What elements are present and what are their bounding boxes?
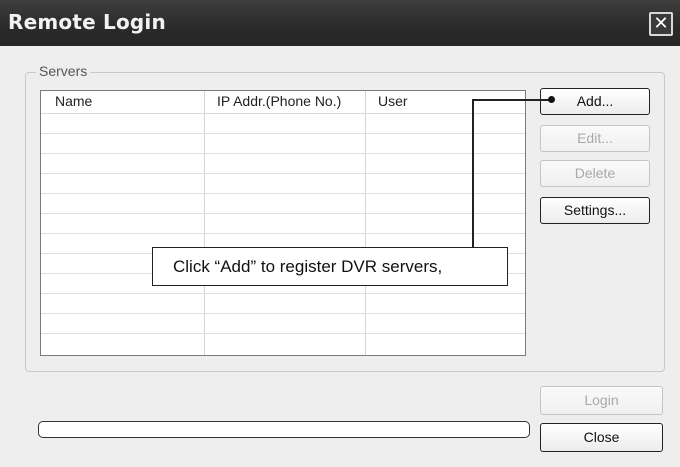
server-list-header: Name IP Addr.(Phone No.) User (41, 91, 525, 114)
title-bar: Remote Login ✕ (0, 0, 680, 46)
login-button[interactable]: Login (540, 386, 663, 415)
column-header-ip[interactable]: IP Addr.(Phone No.) (217, 93, 341, 109)
window-title: Remote Login (8, 10, 166, 34)
list-row-line (41, 213, 525, 214)
close-window-icon[interactable]: ✕ (649, 12, 673, 36)
servers-group-label: Servers (36, 63, 91, 79)
progress-bar (38, 421, 530, 438)
edit-button[interactable]: Edit... (540, 125, 650, 152)
list-row-line (41, 173, 525, 174)
list-row-line (41, 193, 525, 194)
settings-button[interactable]: Settings... (540, 197, 650, 224)
close-button[interactable]: Close (540, 423, 663, 452)
list-row-line (41, 293, 525, 294)
list-row-line (41, 333, 525, 334)
list-row-line (41, 153, 525, 154)
list-row-line (41, 133, 525, 134)
column-separator[interactable] (365, 91, 366, 355)
callout-leader-line (472, 99, 552, 101)
callout-leader-line (472, 99, 474, 248)
callout-pointer-dot (548, 96, 555, 103)
delete-button[interactable]: Delete (540, 160, 650, 187)
column-separator[interactable] (204, 91, 205, 355)
column-header-name[interactable]: Name (55, 93, 92, 109)
server-list[interactable]: Name IP Addr.(Phone No.) User (40, 90, 526, 356)
remote-login-dialog: Remote Login ✕ Servers Name IP Addr.(Pho… (0, 0, 680, 467)
list-row-line (41, 313, 525, 314)
add-button[interactable]: Add... (540, 88, 650, 115)
instruction-callout: Click “Add” to register DVR servers, (152, 247, 508, 286)
column-header-user[interactable]: User (378, 93, 408, 109)
list-row-line (41, 233, 525, 234)
